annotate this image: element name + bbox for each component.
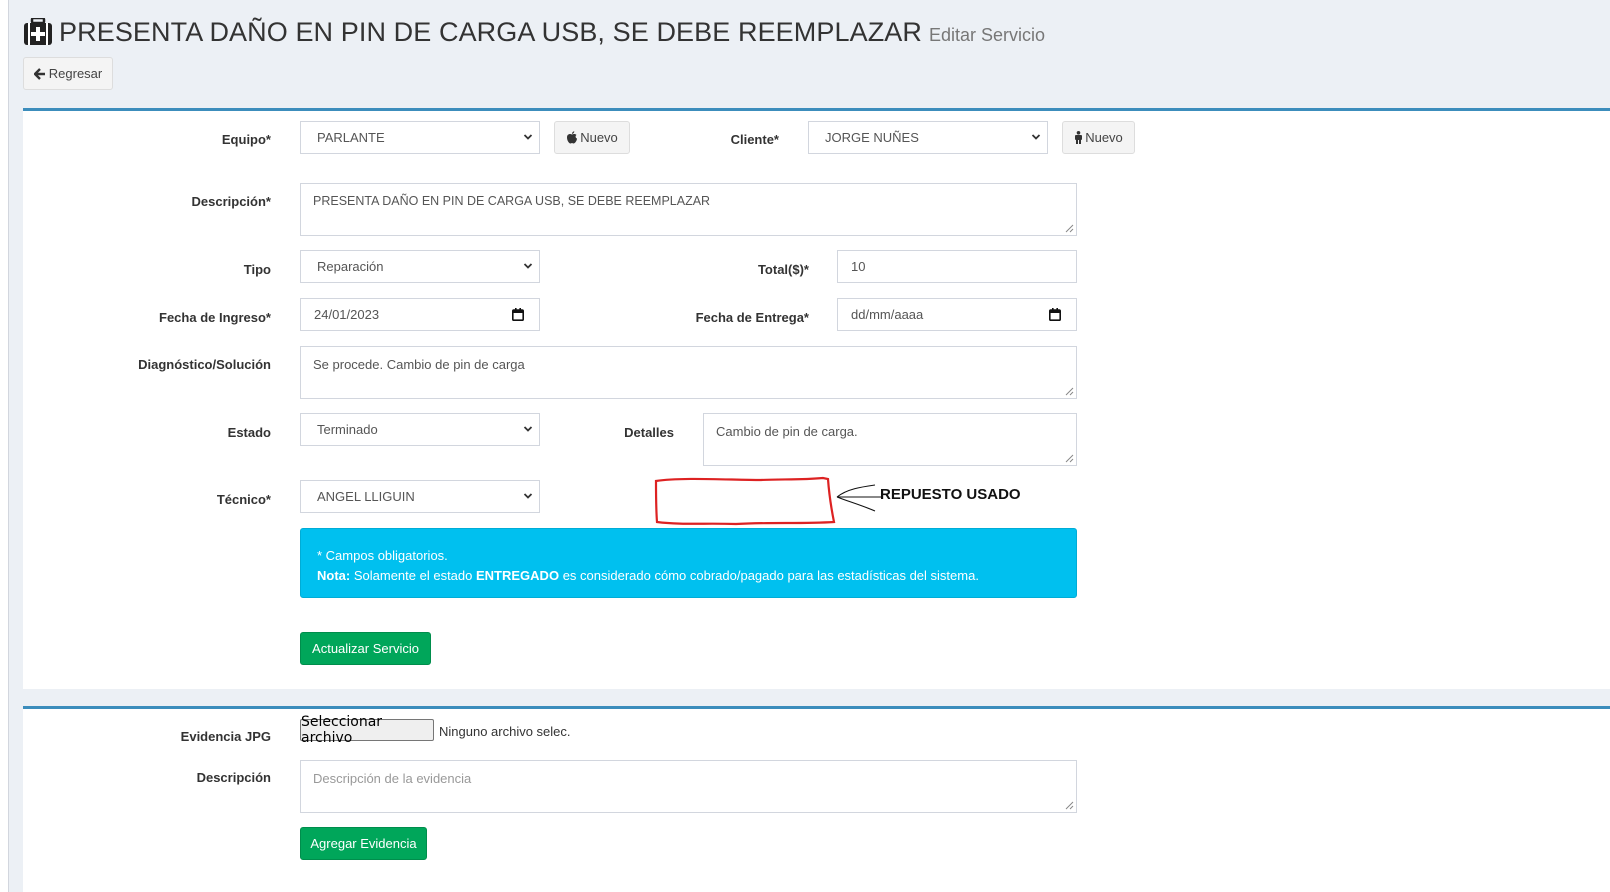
total-label: Total($)* (757, 262, 809, 277)
annotation-label: REPUESTO USADO (880, 486, 1021, 503)
equipo-label: Equipo* (221, 132, 271, 147)
fecha-ingreso-value: 24/01/2023 (314, 307, 380, 322)
descripcion-value: PRESENTA DAÑO EN PIN DE CARGA USB, SE DE… (313, 194, 711, 208)
new-equipo-label: Nuevo (580, 130, 618, 145)
info-callout: * Campos obligatorios. Nota: Solamente e… (300, 528, 1077, 598)
add-evidence-button[interactable]: Agregar Evidencia (300, 827, 427, 860)
evidence-desc-label: Descripción (196, 770, 271, 785)
cliente-label: Cliente* (730, 132, 779, 147)
fecha-entrega-placeholder: dd/mm/aaaa (851, 307, 924, 322)
diagnostico-textarea[interactable]: Se procede. Cambio de pin de carga (300, 346, 1077, 399)
resize-grip-icon[interactable] (1065, 454, 1074, 463)
annotation-red-outline (654, 476, 836, 526)
page-header: PRESENTA DAÑO EN PIN DE CARGA USB, SE DE… (23, 12, 1045, 52)
annotation-drawing (654, 476, 881, 526)
total-value: 10 (851, 259, 866, 274)
detalles-textarea[interactable]: Cambio de pin de carga. (703, 413, 1077, 466)
new-cliente-label: Nuevo (1085, 130, 1123, 145)
tecnico-select-value: ANGEL LLIGUIN (317, 489, 415, 504)
chevron-down-icon (523, 133, 533, 140)
chevron-down-icon (523, 492, 533, 499)
equipo-select-value: PARLANTE (317, 130, 385, 145)
descripcion-label: Descripción* (191, 194, 271, 209)
select-file-label: Seleccionar archivo (301, 714, 383, 746)
add-evidence-label: Agregar Evidencia (310, 836, 417, 851)
chevron-down-icon (523, 425, 533, 432)
arrow-left-icon (836, 484, 881, 512)
estado-select[interactable]: Terminado (300, 413, 540, 446)
medkit-icon (24, 18, 52, 45)
page-subtitle: Editar Servicio (929, 24, 1046, 45)
new-cliente-button[interactable]: Nuevo (1062, 121, 1135, 154)
detalles-label: Detalles (624, 425, 674, 440)
callout-note-label: Nota: (317, 568, 351, 583)
sidebar-edge (0, 0, 9, 892)
fecha-ingreso-label: Fecha de Ingreso* (159, 310, 271, 325)
callout-note-post: es considerado cómo cobrado/pagado para … (562, 568, 979, 583)
select-file-button[interactable]: Seleccionar archivo (300, 714, 434, 746)
evidence-form-box: Evidencia JPG Seleccionar archivo Ningun… (23, 706, 1610, 892)
diagnostico-value: Se procede. Cambio de pin de carga (313, 357, 525, 372)
back-button[interactable]: Regresar (23, 57, 113, 90)
fecha-entrega-input[interactable]: dd/mm/aaaa (837, 298, 1077, 331)
equipo-select[interactable]: PARLANTE (300, 121, 540, 154)
chevron-down-icon (1031, 133, 1041, 140)
calendar-icon[interactable] (1049, 307, 1061, 321)
fecha-ingreso-input[interactable]: 24/01/2023 (300, 298, 540, 331)
update-service-label: Actualizar Servicio (312, 641, 419, 656)
update-service-button[interactable]: Actualizar Servicio (300, 632, 431, 665)
evidence-desc-textarea[interactable]: Descripción de la evidencia (300, 760, 1077, 813)
tipo-select-value: Reparación (317, 259, 384, 274)
chevron-down-icon (523, 262, 533, 269)
tipo-label: Tipo (243, 262, 271, 277)
callout-note-pre: Solamente el estado (353, 568, 473, 583)
male-icon (1075, 131, 1083, 144)
resize-grip-icon[interactable] (1065, 801, 1074, 810)
calendar-icon[interactable] (512, 307, 524, 321)
tipo-select[interactable]: Reparación (300, 250, 540, 283)
descripcion-textarea[interactable]: PRESENTA DAÑO EN PIN DE CARGA USB, SE DE… (300, 183, 1077, 236)
evidence-desc-placeholder: Descripción de la evidencia (313, 771, 472, 786)
callout-required-note: * Campos obligatorios. (317, 548, 448, 563)
resize-grip-icon[interactable] (1065, 224, 1074, 233)
diagnostico-label: Diagnóstico/Solución (138, 357, 271, 372)
new-equipo-button[interactable]: Nuevo (554, 121, 630, 154)
detalles-value: Cambio de pin de carga. (716, 424, 858, 439)
evidence-file-label: Evidencia JPG (180, 729, 271, 744)
cliente-select-value: JORGE NUÑES (825, 130, 919, 145)
tecnico-select[interactable]: ANGEL LLIGUIN (300, 480, 540, 513)
apple-icon (567, 131, 578, 144)
callout-note-bold: ENTREGADO (476, 568, 560, 583)
cliente-select[interactable]: JORGE NUÑES (808, 121, 1048, 154)
fecha-entrega-label: Fecha de Entrega* (695, 310, 809, 325)
page-title: PRESENTA DAÑO EN PIN DE CARGA USB, SE DE… (59, 16, 923, 47)
file-status: Ninguno archivo selec. (439, 724, 571, 739)
estado-label: Estado (227, 425, 271, 440)
total-input[interactable]: 10 (837, 250, 1077, 283)
arrow-left-icon (33, 67, 45, 80)
service-form-box: Equipo* PARLANTE Nuevo Cliente* JORGE NU… (23, 108, 1610, 689)
resize-grip-icon[interactable] (1065, 387, 1074, 396)
back-button-label: Regresar (48, 66, 103, 81)
estado-select-value: Terminado (317, 422, 378, 437)
tecnico-label: Técnico* (216, 492, 271, 507)
callout-note: Nota: Solamente el estado ENTREGADO es c… (317, 566, 1060, 586)
